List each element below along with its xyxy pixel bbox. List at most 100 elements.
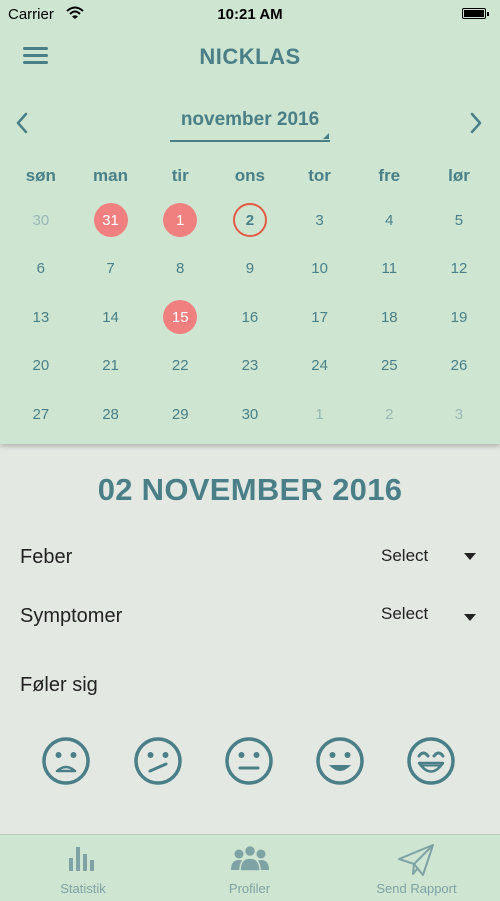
calendar-day-label: 8 [176,260,185,278]
calendar-day-label: 29 [171,405,189,423]
calendar-day-label: 25 [380,357,398,375]
neutral-face-icon[interactable] [224,736,274,786]
calendar-day-label: 9 [245,260,255,278]
month-selector[interactable]: november 2016 [170,108,330,142]
prev-month-icon[interactable] [12,110,32,136]
page-title: NICKLAS [199,44,301,69]
calendar-day-label: 2 [385,405,394,423]
calendar-day[interactable]: 1 [145,196,215,245]
tab-label: Statistik [60,881,106,896]
calendar-day[interactable]: 8 [145,245,215,294]
calendar-day[interactable]: 12 [424,245,494,294]
calendar-day[interactable]: 23 [215,342,285,391]
calendar-day-label: 2 [232,203,267,238]
calendar-day[interactable]: 30 [215,390,285,439]
calendar-day-label: 28 [102,405,119,423]
calendar-day[interactable]: 13 [6,293,76,342]
calendar-day-label: 26 [450,357,468,375]
calendar-day[interactable]: 7 [76,245,146,294]
calendar-day[interactable]: 26 [424,342,494,391]
calendar-day-label: 12 [450,260,468,278]
paper-plane-icon [398,844,434,876]
calendar-day-label: 5 [454,211,464,229]
calendar-day[interactable]: 24 [285,342,355,391]
calendar-day-label: 19 [450,308,468,326]
calendar-day-label: 16 [241,308,259,326]
fever-select[interactable]: Select [381,546,428,566]
bar-chart-icon [69,847,94,871]
calendar-day-label: 6 [36,260,46,278]
calendar-day[interactable]: 6 [6,245,76,294]
symptoms-dropdown-icon[interactable] [464,614,476,621]
calendar-day-label: 21 [102,357,119,375]
tab-statistik[interactable]: Statistik [0,835,166,901]
sad-face-icon[interactable] [41,736,91,786]
calendar-day[interactable]: 27 [6,390,76,439]
calendar-day[interactable]: 30 [6,196,76,245]
fever-label: Feber [20,546,73,568]
calendar-day[interactable]: 22 [145,342,215,391]
calendar-day-label: 4 [385,211,394,229]
calendar-day[interactable]: 20 [6,342,76,391]
calendar-day[interactable]: 17 [285,293,355,342]
calendar-day[interactable]: 4 [354,196,424,245]
month-label: november 2016 [180,109,320,130]
weekday-label: tir [171,166,189,185]
laughing-face-icon[interactable] [406,736,456,786]
calendar-day-label: 11 [381,260,398,278]
calendar-day[interactable]: 19 [424,293,494,342]
calendar-day-label: 3 [315,211,324,229]
weekday-label: ons [234,166,266,185]
calendar-day[interactable]: 3 [424,390,494,439]
selected-date-heading: 02 NOVEMBER 2016 [97,472,403,507]
calendar-panel: Carrier 10:21 AM NICKLAS november 2016 s… [0,0,500,444]
calendar-day-label: 7 [106,260,115,278]
symptoms-select[interactable]: Select [381,604,428,624]
calendar-day[interactable]: 11 [354,245,424,294]
calendar-day-label: 23 [241,357,259,375]
calendar-day[interactable]: 15 [145,293,215,342]
calendar-day[interactable]: 10 [285,245,355,294]
confused-face-icon[interactable] [133,736,183,786]
status-bar: Carrier 10:21 AM [0,0,500,30]
symptoms-label: Symptomer [20,605,123,627]
calendar-day[interactable]: 14 [76,293,146,342]
clock: 10:21 AM [217,6,283,23]
tab-profiler[interactable]: Profiler [166,835,333,901]
calendar-day-label: 17 [311,308,328,326]
calendar-day[interactable]: 9 [215,245,285,294]
calendar-day[interactable]: 1 [285,390,355,439]
feeling-label: Føler sig [20,674,98,696]
weekday-label: tor [308,166,331,185]
calendar-day[interactable]: 31 [76,196,146,245]
calendar-day[interactable]: 2 [215,196,285,245]
calendar-grid: 30 31 1 2 3 4 5 6 7 8 9 10 11 12 13 14 15 16 17 18 19 20 21 22 2… [6,196,494,439]
calendar-day-label: 1 [163,203,198,238]
mood-selector [0,736,500,788]
weekday-label: fre [378,166,401,185]
calendar-day[interactable]: 25 [354,342,424,391]
month-caret-icon [323,133,329,139]
tab-send-rapport[interactable]: Send Rapport [333,835,500,901]
calendar-day[interactable]: 18 [354,293,424,342]
calendar-day[interactable]: 16 [215,293,285,342]
tab-bar: Statistik Profiler Send Rapport [0,834,500,901]
calendar-day[interactable]: 29 [145,390,215,439]
calendar-day[interactable]: 2 [354,390,424,439]
tab-label: Send Rapport [376,881,457,896]
next-month-icon[interactable] [466,110,486,136]
calendar-day[interactable]: 5 [424,196,494,245]
calendar-day-label: 3 [454,405,464,423]
fever-dropdown-icon[interactable] [464,553,476,560]
calendar-day[interactable]: 3 [285,196,355,245]
calendar-day-label: 30 [32,211,50,229]
calendar-day-label: 10 [311,260,328,278]
calendar-day-label: 15 [163,300,198,335]
smile-face-icon[interactable] [315,736,365,786]
calendar-day-label: 1 [315,405,324,423]
calendar-day-label: 24 [311,357,328,375]
tab-label: Profiler [228,881,271,896]
calendar-day[interactable]: 28 [76,390,146,439]
calendar-day[interactable]: 21 [76,342,146,391]
weekday-label: lør [448,166,470,185]
